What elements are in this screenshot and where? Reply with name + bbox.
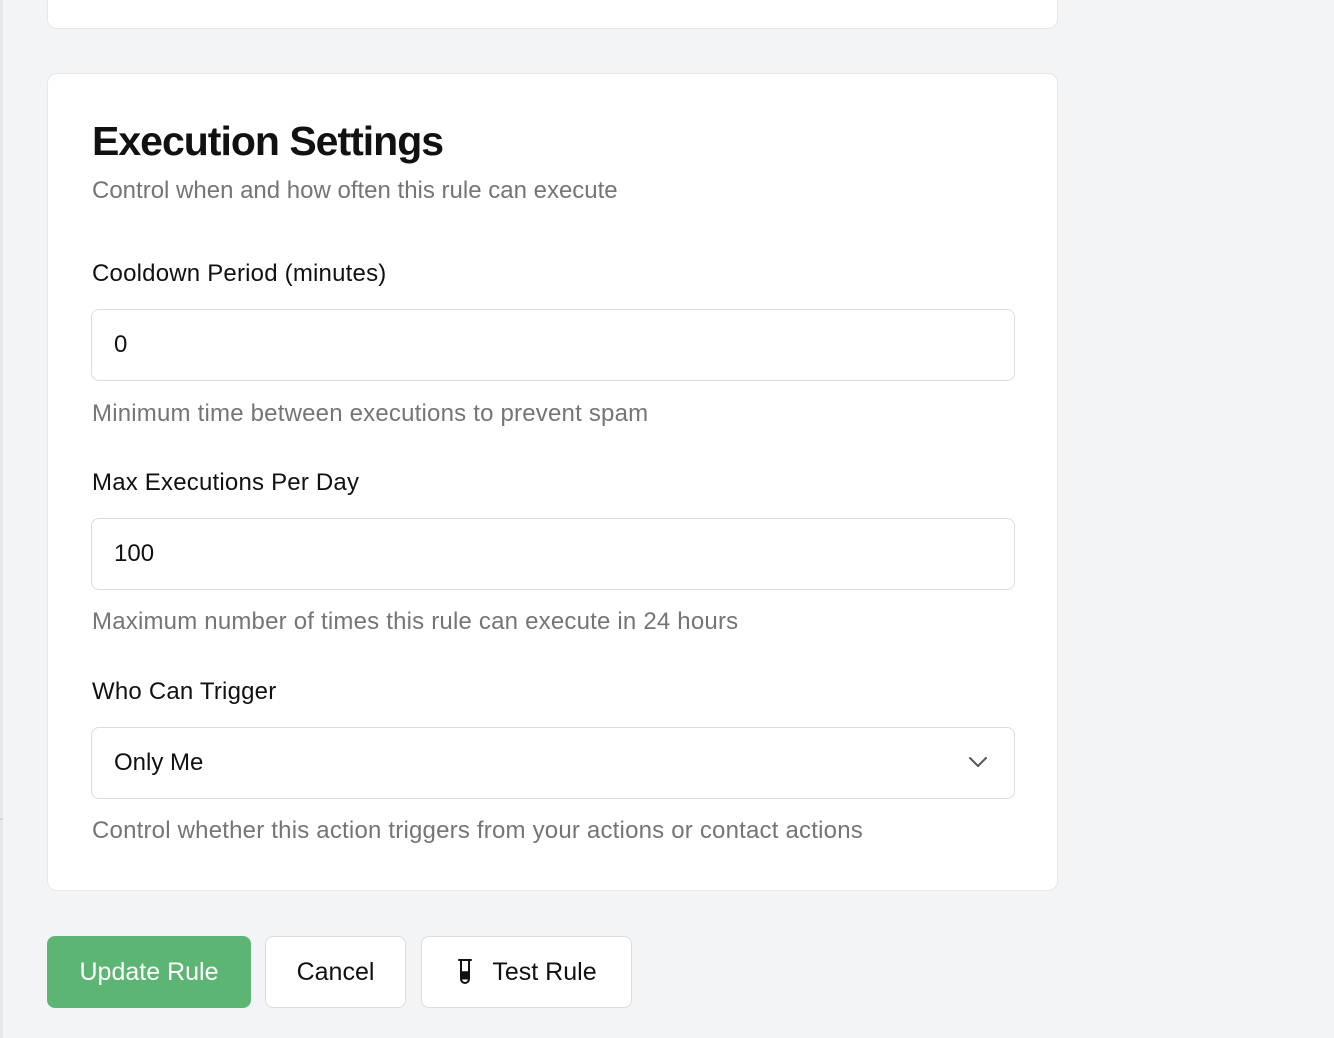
cooldown-input[interactable] (91, 309, 1015, 381)
max-executions-help: Maximum number of times this rule can ex… (92, 608, 739, 635)
previous-section-card (47, 0, 1058, 29)
update-rule-button[interactable]: Update Rule (47, 936, 251, 1008)
max-executions-input[interactable] (91, 518, 1015, 590)
chevron-down-icon (969, 757, 987, 767)
max-executions-label: Max Executions Per Day (92, 469, 360, 496)
cancel-label: Cancel (296, 957, 375, 986)
cooldown-help: Minimum time between executions to preve… (92, 400, 649, 427)
test-tube-icon (458, 959, 473, 984)
test-rule-button[interactable]: Test Rule (421, 936, 632, 1008)
page-left-divider (0, 818, 3, 820)
page-left-border (0, 0, 3, 1038)
who-can-trigger-value: Only Me (114, 749, 204, 776)
cancel-button[interactable]: Cancel (265, 936, 406, 1008)
execution-settings-card: Execution Settings Control when and how … (47, 73, 1058, 891)
update-rule-label: Update Rule (79, 957, 219, 986)
section-title: Execution Settings (92, 118, 444, 164)
who-can-trigger-select[interactable]: Only Me (91, 727, 1015, 799)
who-can-trigger-label: Who Can Trigger (92, 678, 277, 705)
who-can-trigger-help: Control whether this action triggers fro… (92, 817, 863, 844)
test-rule-label: Test Rule (492, 957, 597, 986)
section-description: Control when and how often this rule can… (92, 177, 618, 204)
cooldown-label: Cooldown Period (minutes) (92, 260, 387, 287)
